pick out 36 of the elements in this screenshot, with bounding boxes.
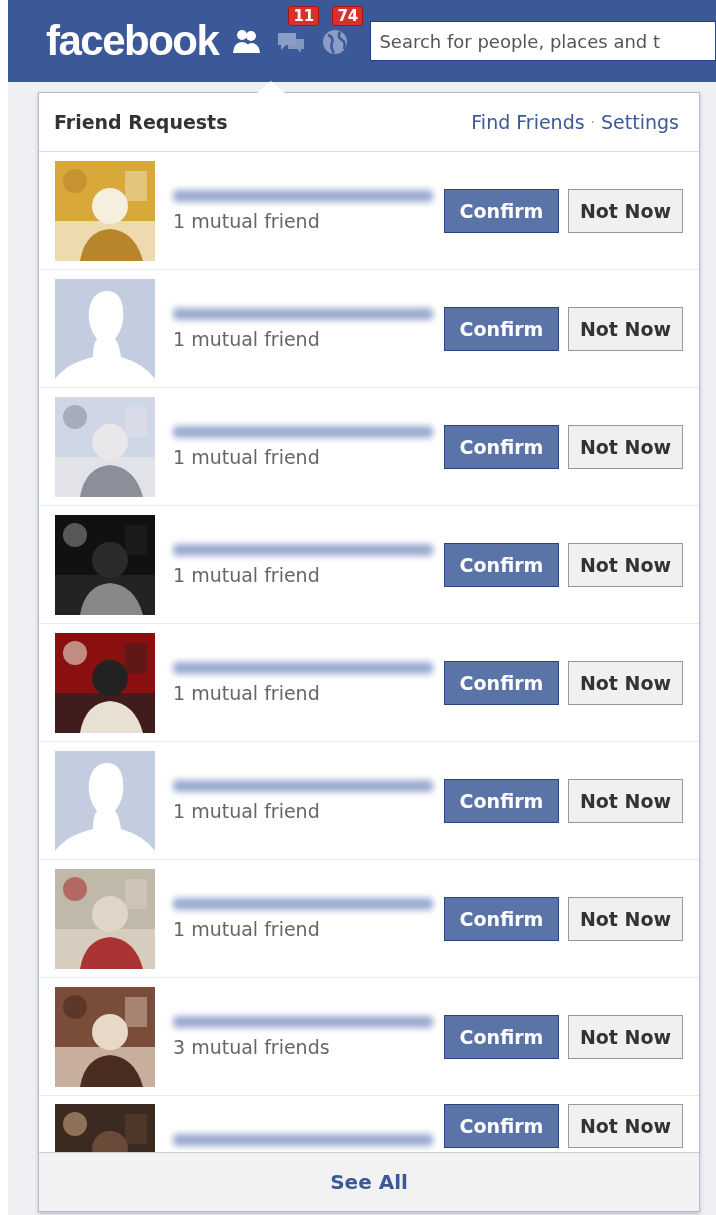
count-badge: 74 [332, 6, 364, 26]
confirm-button[interactable]: Confirm [444, 188, 559, 233]
not-now-button[interactable]: Not Now [568, 660, 683, 705]
not-now-button[interactable]: Not Now [568, 1104, 683, 1148]
confirm-button[interactable]: Confirm [444, 778, 559, 823]
not-now-button[interactable]: Not Now [568, 424, 683, 469]
see-all-link[interactable]: See All [39, 1152, 699, 1211]
not-now-button[interactable]: Not Now [568, 1014, 683, 1059]
mutual-friends-text: 1 mutual friend [173, 327, 321, 350]
not-now-button[interactable]: Not Now [568, 896, 683, 941]
not-now-button[interactable]: Not Now [568, 188, 683, 233]
mutual-friends-text: 3 mutual friends [173, 1035, 331, 1058]
mutual-friends-text: 1 mutual friend [173, 209, 321, 232]
confirm-button[interactable]: Confirm [444, 1014, 559, 1059]
confirm-button[interactable]: Confirm [444, 424, 559, 469]
friends-icon[interactable] [232, 27, 263, 55]
mutual-friends-text: 1 mutual friend [173, 799, 321, 822]
confirm-button[interactable]: Confirm [444, 896, 559, 941]
mutual-friends-text: 1 mutual friend [173, 563, 321, 586]
confirm-button[interactable]: Confirm [444, 542, 559, 587]
search-field[interactable]: Search for people, places and t [370, 21, 716, 61]
separator-dot: · [590, 114, 596, 130]
panel-title: Friend Requests [54, 111, 228, 133]
header-link[interactable]: Settings [601, 111, 679, 133]
header-link[interactable]: Find Friends [471, 111, 585, 133]
not-now-button[interactable]: Not Now [568, 542, 683, 587]
mutual-friends-text: 1 mutual friend [173, 681, 321, 704]
confirm-button[interactable]: Confirm [444, 306, 559, 351]
logo[interactable]: facebook [46, 17, 219, 65]
mutual-friends-text: 1 mutual friend [173, 917, 321, 940]
not-now-button[interactable]: Not Now [568, 778, 683, 823]
count-badge: 11 [288, 6, 320, 26]
confirm-button[interactable]: Confirm [444, 660, 559, 705]
not-now-button[interactable]: Not Now [568, 306, 683, 351]
confirm-button[interactable]: Confirm [444, 1104, 559, 1148]
mutual-friends-text: 1 mutual friend [173, 445, 321, 468]
